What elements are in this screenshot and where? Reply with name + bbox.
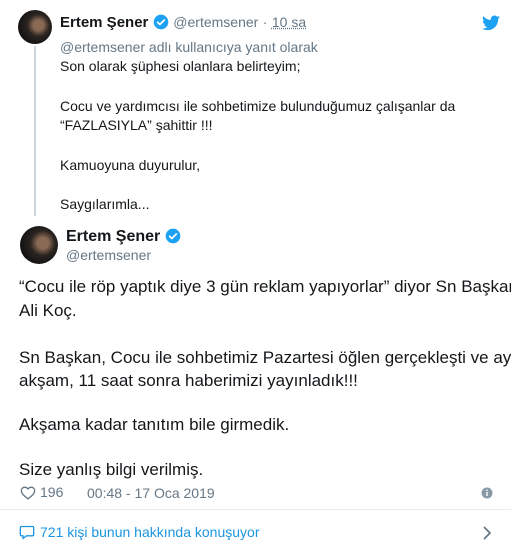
avatar[interactable] — [20, 226, 58, 264]
comment-bubble-icon — [19, 525, 35, 540]
chevron-right-icon — [483, 526, 491, 540]
verified-badge-icon — [165, 228, 181, 244]
info-icon[interactable] — [481, 487, 493, 499]
reply-tweet-line-3: “FAZLASIYLA” şahittir !!! — [60, 117, 213, 133]
conversation-count-text: 721 kişi bunun hakkında konuşuyor — [40, 524, 260, 540]
main-tweet-header: Ertem Şener — [66, 228, 181, 246]
main-tweet-line-6: Size yanlış bilgi verilmiş. — [19, 460, 204, 479]
author-handle[interactable]: @ertemsener — [66, 247, 151, 263]
like-count: 196 — [40, 484, 64, 500]
author-name[interactable]: Ertem Şener — [60, 14, 148, 31]
reply-tweet-header: Ertem Şener @ertemsener · 10 sa — [60, 14, 306, 32]
avatar[interactable] — [18, 10, 52, 44]
reply-tweet-line-1: Son olarak şüphesi olanlara belirteyim; — [60, 58, 301, 74]
twitter-bird-icon[interactable] — [482, 15, 500, 31]
reply-tweet-line-4: Kamuoyuna duyurulur, — [60, 157, 201, 173]
dot-separator: · — [262, 14, 268, 30]
author-name[interactable]: Ertem Şener — [66, 228, 160, 245]
main-tweet-line-2: Ali Koç. — [19, 301, 77, 320]
verified-badge-icon — [153, 14, 169, 30]
reply-tweet-line-2: Cocu ve yardımcısı ile sohbetimize bulun… — [60, 98, 456, 114]
main-tweet-line-1: “Cocu ile röp yaptık diye 3 gün reklam y… — [19, 277, 511, 296]
reply-tweet-line-5: Saygılarımla... — [60, 196, 150, 212]
tweet-timestamp[interactable]: 00:48 - 17 Oca 2019 — [87, 485, 215, 501]
thread-connector-line — [34, 46, 36, 216]
author-handle[interactable]: @ertemsener — [173, 14, 258, 30]
like-button[interactable]: 196 — [20, 484, 63, 500]
main-tweet-line-5: Akşama kadar tanıtım bile girmedik. — [19, 415, 290, 434]
reply-context[interactable]: @ertemsener adlı kullanıcıya yanıt olara… — [60, 39, 318, 55]
heart-icon — [20, 485, 36, 500]
conversation-link[interactable]: 721 kişi bunun hakkında konuşuyor — [0, 510, 511, 554]
main-tweet-line-3: Sn Başkan, Cocu ile sohbetimiz Pazartesi… — [19, 348, 511, 367]
tweet-time[interactable]: 10 sa — [272, 14, 306, 30]
main-tweet-line-4: akşam, 11 saat sonra haberimizi yayınlad… — [19, 371, 358, 390]
